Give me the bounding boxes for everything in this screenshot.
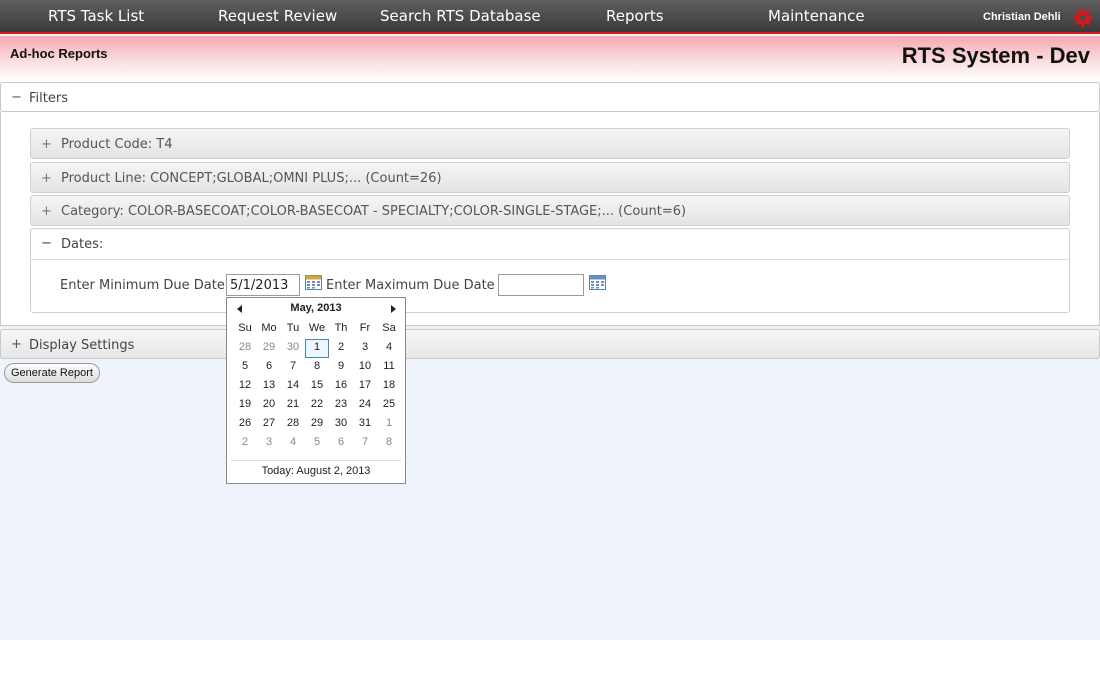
calendar-day[interactable]: 11 <box>377 358 401 377</box>
calendar-day[interactable]: 15 <box>305 377 329 396</box>
calendar-day[interactable]: 17 <box>353 377 377 396</box>
calendar-day[interactable]: 18 <box>377 377 401 396</box>
calendar-day-selected[interactable]: 1 <box>305 339 329 358</box>
product-line-filter-header[interactable]: + Product Line: CONCEPT;GLOBAL;OMNI PLUS… <box>30 162 1070 193</box>
calendar-day[interactable]: 6 <box>329 434 353 453</box>
weekday-label: Tu <box>286 322 300 334</box>
nav-item-search-rts-database[interactable]: Search RTS Database <box>380 7 541 25</box>
min-due-date-label: Enter Minimum Due Date <box>60 278 225 293</box>
page-header: Ad-hoc Reports RTS System - Dev <box>0 36 1100 82</box>
min-due-date-input[interactable] <box>226 274 300 296</box>
calendar-day[interactable]: 1 <box>377 415 401 434</box>
dates-filter-label: Dates: <box>61 237 104 252</box>
next-month-arrow-icon[interactable] <box>391 305 396 313</box>
calendar-today-link[interactable]: Today: August 2, 2013 <box>227 465 405 477</box>
calendar-day[interactable]: 3 <box>257 434 281 453</box>
filters-panel-header[interactable]: − Filters <box>0 82 1100 112</box>
calendar-day[interactable]: 20 <box>257 396 281 415</box>
expand-icon: + <box>11 337 22 352</box>
calendar-day[interactable]: 25 <box>377 396 401 415</box>
calendar-day[interactable]: 2 <box>233 434 257 453</box>
max-due-date-input[interactable] <box>498 274 584 296</box>
calendar-day[interactable]: 27 <box>257 415 281 434</box>
calendar-day[interactable]: 30 <box>329 415 353 434</box>
product-code-filter-header[interactable]: + Product Code: T4 <box>30 128 1070 159</box>
weekday-label: Sa <box>382 322 396 334</box>
calendar-week-row: 28 29 30 1 2 3 4 <box>233 339 401 358</box>
calendar-day[interactable]: 14 <box>281 377 305 396</box>
calendar-week-row: 5 6 7 8 9 10 11 <box>233 358 401 377</box>
max-due-date-label: Enter Maximum Due Date <box>326 278 495 293</box>
calendar-day[interactable]: 21 <box>281 396 305 415</box>
calendar-day[interactable]: 28 <box>281 415 305 434</box>
calendar-day[interactable]: 3 <box>353 339 377 358</box>
category-filter-label: Category: COLOR-BASECOAT;COLOR-BASECOAT … <box>61 204 687 219</box>
calendar-day[interactable]: 6 <box>257 358 281 377</box>
calendar-day[interactable]: 5 <box>233 358 257 377</box>
calendar-month-title[interactable]: May, 2013 <box>227 302 405 314</box>
generate-report-button[interactable]: Generate Report <box>4 363 100 383</box>
dates-filter-section: − Dates: <box>30 228 1070 313</box>
calendar-day[interactable]: 5 <box>305 434 329 453</box>
calendar-day[interactable]: 16 <box>329 377 353 396</box>
calendar-day[interactable]: 8 <box>377 434 401 453</box>
category-filter-header[interactable]: + Category: COLOR-BASECOAT;COLOR-BASECOA… <box>30 195 1070 226</box>
calendar-day[interactable]: 4 <box>377 339 401 358</box>
calendar-week-row: 2345678 <box>233 434 401 453</box>
calendar-day[interactable]: 28 <box>233 339 257 358</box>
calendar-day[interactable]: 9 <box>329 358 353 377</box>
calendar-icon[interactable] <box>305 274 322 290</box>
filters-panel-label: Filters <box>29 91 68 106</box>
weekday-label: Su <box>238 322 252 334</box>
calendar-day[interactable]: 13 <box>257 377 281 396</box>
calendar-day[interactable]: 30 <box>281 339 305 358</box>
calendar-week-row: 12 13 14 15 16 17 18 <box>233 377 401 396</box>
collapse-icon: − <box>11 90 22 105</box>
calendar-day[interactable]: 29 <box>305 415 329 434</box>
calendar-day[interactable]: 31 <box>353 415 377 434</box>
calendar-day[interactable]: 19 <box>233 396 257 415</box>
nav-item-request-review[interactable]: Request Review <box>218 7 337 25</box>
display-settings-panel-header[interactable]: + Display Settings <box>0 329 1100 359</box>
expand-icon: + <box>41 171 52 186</box>
calendar-divider <box>231 460 401 461</box>
calendar-day[interactable]: 7 <box>281 358 305 377</box>
calendar-day[interactable]: 2 <box>329 339 353 358</box>
weekday-label: Mo <box>261 322 277 334</box>
display-settings-label: Display Settings <box>29 338 135 353</box>
top-navigation-bar: RTS Task List Request Review Search RTS … <box>0 0 1100 34</box>
calendar-grid: Su Mo Tu We Th Fr Sa 28 29 30 1 2 3 4 5 6 7 8 9 10 11 12 13 14 1… <box>233 320 401 453</box>
calendar-week-row: 26 27 28 29 30 31 1 <box>233 415 401 434</box>
weekday-label: Fr <box>359 322 371 334</box>
collapse-icon: − <box>41 236 52 251</box>
calendar-day[interactable]: 7 <box>353 434 377 453</box>
calendar-day[interactable]: 8 <box>305 358 329 377</box>
nav-item-reports[interactable]: Reports <box>606 7 664 25</box>
system-title: RTS System - Dev <box>901 43 1090 68</box>
calendar-day[interactable]: 10 <box>353 358 377 377</box>
calendar-day[interactable]: 24 <box>353 396 377 415</box>
gear-icon[interactable] <box>1073 8 1093 28</box>
calendar-day[interactable]: 26 <box>233 415 257 434</box>
expand-icon: + <box>41 204 52 219</box>
weekday-label: We <box>308 322 326 334</box>
dates-filter-header[interactable]: − Dates: <box>31 229 1069 260</box>
calendar-day[interactable]: 22 <box>305 396 329 415</box>
calendar-day[interactable]: 4 <box>281 434 305 453</box>
date-picker-calendar: May, 2013 Su Mo Tu We Th Fr Sa 28 29 30 1 2 3 4 5 6 7 8 9 1… <box>226 297 406 484</box>
calendar-icon[interactable] <box>589 274 606 290</box>
page-subtitle: Ad-hoc Reports <box>10 46 108 61</box>
calendar-day[interactable]: 12 <box>233 377 257 396</box>
nav-item-rts-task-list[interactable]: RTS Task List <box>48 7 144 25</box>
weekday-label: Th <box>334 322 348 334</box>
product-code-filter-label: Product Code: T4 <box>61 137 173 152</box>
expand-icon: + <box>41 137 52 152</box>
calendar-day[interactable]: 29 <box>257 339 281 358</box>
nav-item-maintenance[interactable]: Maintenance <box>768 7 865 25</box>
calendar-week-row: 19 20 21 22 23 24 25 <box>233 396 401 415</box>
product-line-filter-label: Product Line: CONCEPT;GLOBAL;OMNI PLUS;.… <box>61 171 442 186</box>
calendar-weekday-header: Su Mo Tu We Th Fr Sa <box>233 320 401 339</box>
calendar-day[interactable]: 23 <box>329 396 353 415</box>
user-name[interactable]: Christian Dehli <box>983 11 1061 23</box>
